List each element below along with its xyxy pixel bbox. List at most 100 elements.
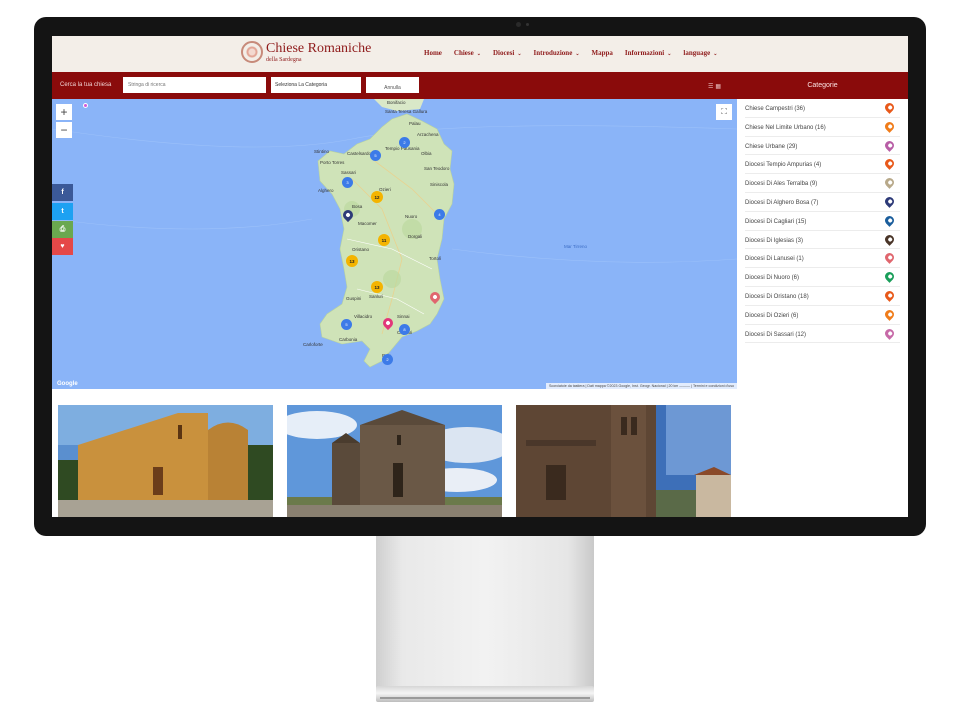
category-list: Chiese Campestri (36) Chiese Nel Limite U…	[737, 99, 908, 344]
map-place-label: Oristano	[352, 247, 370, 252]
category-item[interactable]: Diocesi Di Cagliari (15)	[745, 212, 900, 231]
map-place-label: Carbonia	[339, 337, 358, 342]
chevron-down-icon: ⌄	[667, 52, 672, 57]
nav-label: language	[683, 49, 711, 57]
category-select[interactable]: Seleziona La Categoria	[271, 77, 361, 93]
facebook-icon[interactable]: f	[52, 184, 73, 201]
print-icon[interactable]: ⎙	[52, 221, 73, 238]
map-cluster[interactable]: 2	[382, 354, 393, 365]
map[interactable]: + − ⛶ f t ⎙ ♥ Bonifacio Santa Teresa Gallura…	[52, 99, 737, 389]
nav-item-language[interactable]: language ⌄	[683, 49, 717, 57]
category-item[interactable]: Chiese Urbane (29)	[745, 137, 900, 156]
map-cluster[interactable]: 13	[346, 255, 358, 267]
logo-subtitle: della Sardegna	[266, 56, 302, 63]
category-item[interactable]: Diocesi Di Ales Terralba (9)	[745, 174, 900, 193]
map-cluster[interactable]: 8	[399, 324, 410, 335]
church-card[interactable]	[58, 405, 273, 517]
map-pin-icon	[883, 307, 896, 321]
category-item[interactable]: Diocesi Di Nuoro (6)	[745, 268, 900, 287]
nav-item-home[interactable]: Home	[424, 49, 442, 57]
zoom-in-button[interactable]: +	[56, 104, 72, 120]
camera-icon	[516, 22, 521, 27]
map-pin-icon	[883, 213, 896, 227]
category-label: Diocesi Di Iglesias (3)	[745, 237, 804, 244]
twitter-icon[interactable]: t	[52, 203, 73, 220]
map-cluster[interactable]: 13	[371, 281, 383, 293]
fullscreen-icon[interactable]: ⛶	[716, 104, 732, 120]
category-label: Diocesi Di Sassari (12)	[745, 331, 807, 338]
map-place-label: Macomer	[358, 221, 377, 226]
map-cluster[interactable]: 5	[370, 150, 381, 161]
map-place-label: Guspini	[346, 296, 362, 301]
map-attribution[interactable]: Scorciatoie da tastiera | Dati mappa ©20…	[545, 383, 737, 389]
map-place-label: Porto Torres	[320, 160, 345, 165]
zoom-out-button[interactable]: −	[56, 122, 72, 138]
map-pin-icon	[883, 176, 896, 190]
map-cluster[interactable]: 3	[342, 177, 353, 188]
map-place-label: Santa Teresa Gallura	[385, 109, 428, 114]
map-place-label: San Teodoro	[424, 166, 450, 171]
category-item[interactable]: Diocesi Di Iglesias (3)	[745, 231, 900, 250]
category-label: Diocesi Tempio Ampurias (4)	[745, 162, 822, 169]
category-item[interactable]: Diocesi Di Sassari (12)	[745, 325, 900, 344]
category-item[interactable]: Chiese Nel Limite Urbano (16)	[745, 118, 900, 137]
main-nav: Home Chiese ⌄ Diocesi ⌄ Introduzione ⌄ Mappa Inf…	[424, 49, 717, 57]
location-dot[interactable]	[83, 103, 88, 108]
nav-label: Informazioni	[624, 49, 665, 57]
map-place-label: Alghero	[318, 188, 334, 193]
nav-item-chiese[interactable]: Chiese ⌄	[454, 49, 481, 57]
category-item[interactable]: Diocesi Di Oristano (18)	[745, 287, 900, 306]
cancel-button[interactable]: Annulla	[366, 77, 419, 93]
google-logo: Google	[57, 381, 78, 387]
sea-label: Mar Tirreno	[564, 244, 588, 249]
logo-title: Chiese Romaniche	[266, 40, 372, 56]
church-card[interactable]	[287, 405, 502, 517]
map-pin-icon	[883, 101, 896, 114]
category-label: Diocesi Di Ales Terralba (9)	[745, 181, 818, 188]
map-pin-icon	[883, 157, 896, 171]
screen: Chiese Romaniche della Sardegna Home Chie…	[52, 36, 908, 517]
nav-item-mappa[interactable]: Mappa	[592, 49, 613, 57]
categories-title: Categorie	[807, 82, 838, 89]
category-item[interactable]: Diocesi Tempio Ampurias (4)	[745, 155, 900, 175]
map-cluster[interactable]: 5	[341, 319, 352, 330]
map-place-label: Tortolì	[429, 256, 442, 261]
map-pin-icon	[883, 138, 896, 152]
category-item[interactable]: Diocesi Di Alghero Bosa (7)	[745, 193, 900, 212]
monitor-stand-base-edge	[380, 697, 590, 699]
church-photo	[58, 405, 273, 517]
site-logo[interactable]: Chiese Romaniche della Sardegna	[241, 41, 371, 63]
chevron-down-icon: ⌄	[476, 52, 481, 57]
map-place-label: Carloforte	[303, 342, 323, 347]
map-place-label: Arzachena	[417, 132, 439, 137]
map-place-label: Palau	[409, 121, 421, 126]
map-pin-icon	[883, 326, 896, 340]
category-label: Diocesi Di Lanusei (1)	[745, 256, 804, 263]
map-cluster[interactable]: 11	[378, 234, 390, 246]
map-place-label: Sinnai	[397, 314, 410, 319]
heart-icon[interactable]: ♥	[52, 238, 73, 255]
chevron-down-icon: ⌄	[713, 52, 718, 57]
category-item[interactable]: Chiese Campestri (36)	[745, 99, 900, 118]
nav-item-introduzione[interactable]: Introduzione ⌄	[534, 49, 580, 57]
map-place-label: Bosa	[352, 204, 363, 209]
map-cluster[interactable]: 2	[399, 137, 410, 148]
map-canvas	[52, 99, 737, 368]
nav-label: Diocesi	[492, 49, 515, 57]
rose-window-icon	[241, 41, 263, 63]
category-item[interactable]: Diocesi Di Lanusei (1)	[745, 249, 900, 269]
church-photo	[516, 405, 731, 517]
grid-view-icon[interactable]: ▦	[715, 84, 723, 90]
map-cluster[interactable]: 4	[434, 209, 445, 220]
church-card[interactable]	[516, 405, 731, 517]
map-cluster[interactable]: 12	[371, 191, 383, 203]
nav-item-diocesi[interactable]: Diocesi ⌄	[493, 49, 522, 57]
view-toggle[interactable]: ☰▦	[708, 83, 723, 90]
nav-item-informazioni[interactable]: Informazioni ⌄	[625, 49, 671, 57]
map-place-label: Stintino	[314, 149, 330, 154]
category-label: Diocesi Di Cagliari (15)	[745, 218, 807, 225]
map-place-label: Olbia	[421, 151, 432, 156]
category-item[interactable]: Diocesi Di Ozieri (6)	[745, 306, 900, 325]
search-input[interactable]	[123, 77, 266, 93]
map-place-label: Siniscola	[430, 182, 449, 187]
